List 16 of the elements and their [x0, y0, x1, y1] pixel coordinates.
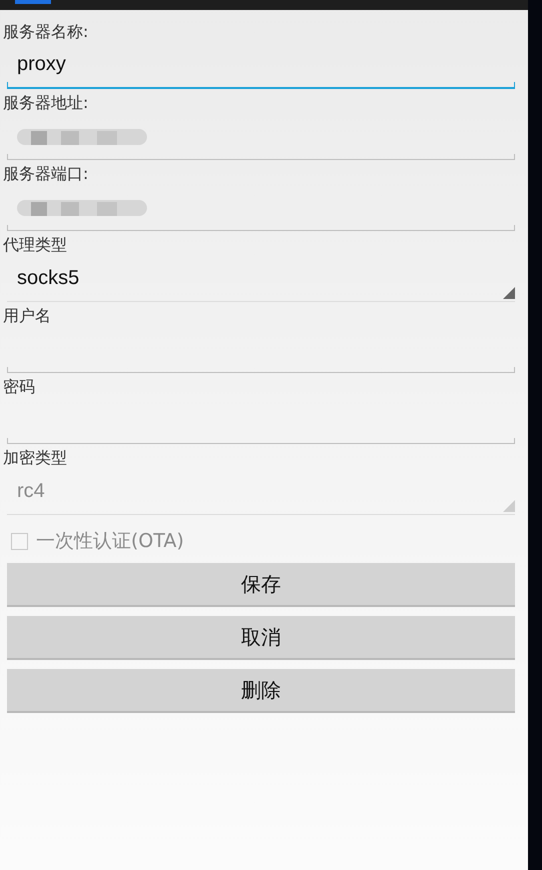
- field-label: 服务器名称:: [3, 22, 88, 42]
- field-label: 密码: [3, 377, 35, 397]
- field-label: 加密类型: [3, 448, 67, 468]
- field-label: 代理类型: [3, 235, 67, 255]
- input-field[interactable]: proxy: [7, 42, 515, 89]
- tab-indicator: [15, 0, 51, 4]
- field-label: 服务器端口:: [3, 164, 88, 184]
- dropdown[interactable]: socks5: [7, 255, 515, 302]
- field-label: 用户名: [3, 306, 51, 326]
- action-button[interactable]: 删除: [7, 669, 515, 713]
- checkbox-label: 一次性认证(OTA): [36, 529, 184, 554]
- field-label: 服务器地址:: [3, 93, 88, 113]
- dropdown-triangle-icon: [503, 287, 515, 299]
- action-button[interactable]: 取消: [7, 616, 515, 660]
- dropdown-triangle-icon: [503, 500, 515, 512]
- action-button[interactable]: 保存: [7, 563, 515, 607]
